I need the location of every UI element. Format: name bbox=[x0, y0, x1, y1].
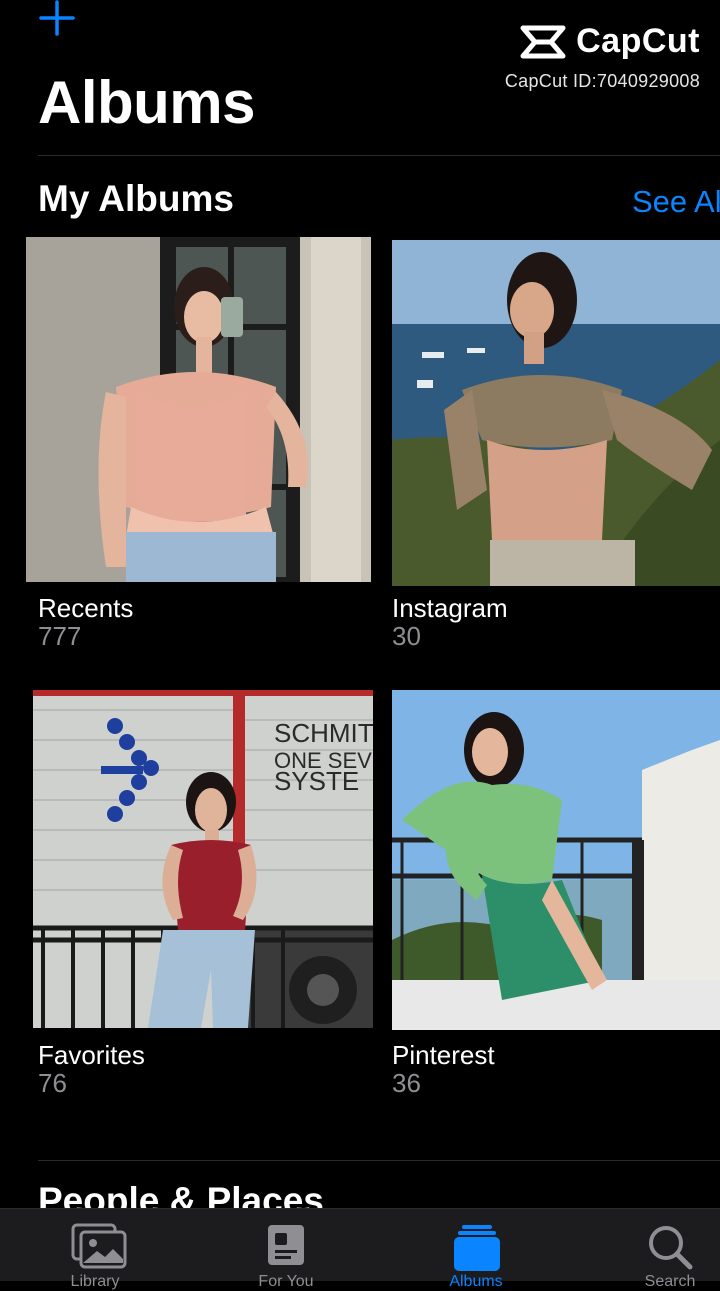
header-divider bbox=[38, 155, 720, 156]
truck-text-line3: SYSTE bbox=[274, 766, 359, 796]
album-cover-image bbox=[26, 237, 371, 582]
album-name: Favorites bbox=[38, 1040, 145, 1070]
album-count: 76 bbox=[38, 1068, 67, 1098]
album-cover-image: SCHMIT ONE SEV SYSTE bbox=[33, 690, 373, 1028]
add-album-button[interactable] bbox=[38, 0, 76, 38]
album-thumbnail bbox=[392, 240, 720, 586]
truck-text-line1: SCHMIT bbox=[274, 718, 373, 748]
album-name: Instagram bbox=[392, 593, 508, 623]
album-recents[interactable]: Recents 777 bbox=[26, 237, 371, 657]
for-you-icon bbox=[268, 1225, 304, 1265]
tab-label: For You bbox=[258, 1273, 314, 1290]
album-instagram[interactable]: Instagram 30 bbox=[392, 240, 720, 660]
capcut-logo-icon bbox=[520, 25, 566, 58]
tab-label: Albums bbox=[449, 1273, 503, 1290]
search-icon bbox=[649, 1226, 693, 1270]
album-name: Pinterest bbox=[392, 1040, 495, 1070]
tab-albums[interactable]: Albums bbox=[426, 1209, 526, 1290]
tab-label: Search bbox=[644, 1273, 696, 1290]
album-cover-image bbox=[392, 240, 720, 586]
photos-icon bbox=[71, 1223, 127, 1269]
album-pinterest[interactable]: Pinterest 36 bbox=[392, 690, 720, 1110]
my-albums-title: My Albums bbox=[38, 178, 234, 219]
watermark-name: CapCut bbox=[576, 22, 700, 60]
album-cover-image bbox=[392, 690, 720, 1030]
album-name: Recents bbox=[38, 593, 134, 623]
tab-bar: Library For You Albums Search bbox=[0, 1208, 720, 1290]
tab-library[interactable]: Library bbox=[45, 1209, 145, 1290]
album-count: 777 bbox=[38, 621, 82, 651]
album-count: 36 bbox=[392, 1068, 421, 1098]
album-favorites[interactable]: SCHMIT ONE SEV SYSTE Favorites 76 bbox=[33, 690, 373, 1110]
section-divider bbox=[38, 1160, 720, 1161]
watermark-id: CapCut ID:7040929008 bbox=[504, 71, 700, 91]
album-thumbnail: SCHMIT ONE SEV SYSTE bbox=[33, 690, 373, 1028]
albums-icon bbox=[454, 1225, 500, 1271]
page-title: Albums bbox=[38, 69, 256, 136]
tab-label: Library bbox=[70, 1273, 120, 1290]
tab-for-you[interactable]: For You bbox=[236, 1209, 336, 1290]
tab-search[interactable]: Search bbox=[620, 1209, 720, 1290]
album-count: 30 bbox=[392, 621, 421, 651]
album-thumbnail bbox=[392, 690, 720, 1030]
capcut-watermark: CapCut CapCut ID:7040929008 bbox=[505, 22, 700, 92]
album-thumbnail bbox=[26, 237, 371, 582]
plus-icon bbox=[39, 0, 75, 36]
see-all-link[interactable]: See All bbox=[632, 184, 720, 220]
